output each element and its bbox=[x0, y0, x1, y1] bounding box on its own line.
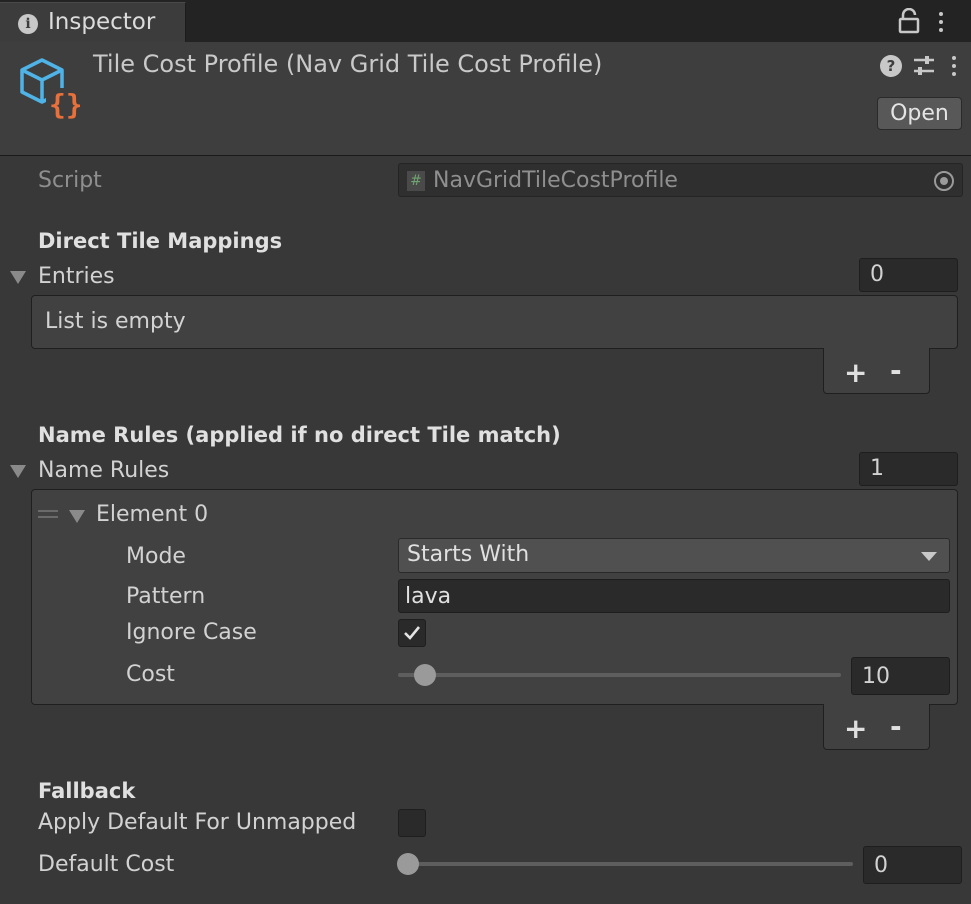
ignore-case-label: Ignore Case bbox=[126, 620, 257, 645]
empty-list-text: List is empty bbox=[45, 309, 186, 334]
fallback-heading: Fallback bbox=[38, 779, 136, 803]
chevron-down-icon bbox=[921, 552, 937, 561]
cost-input[interactable]: 10 bbox=[851, 657, 950, 695]
object-picker-icon[interactable] bbox=[934, 171, 954, 191]
default-cost-label: Default Cost bbox=[38, 852, 175, 877]
tab-label: Inspector bbox=[48, 9, 156, 35]
name-rules-size-field[interactable]: 1 bbox=[859, 452, 958, 486]
drag-handle-icon[interactable] bbox=[38, 510, 58, 518]
add-entry-button[interactable]: + bbox=[844, 356, 867, 389]
remove-rule-button[interactable]: - bbox=[890, 710, 902, 743]
apply-default-label: Apply Default For Unmapped bbox=[38, 810, 357, 835]
name-rules-add-remove: + - bbox=[823, 704, 930, 750]
entries-size-field[interactable]: 0 bbox=[859, 258, 958, 292]
name-rules-foldout-icon[interactable] bbox=[10, 465, 26, 478]
cs-script-icon: # bbox=[407, 171, 425, 191]
ignore-case-checkbox[interactable] bbox=[398, 619, 426, 647]
name-rules-heading: Name Rules (applied if no direct Tile ma… bbox=[38, 423, 561, 447]
entries-list: List is empty bbox=[31, 295, 958, 349]
scriptable-object-icon: {} bbox=[14, 54, 83, 121]
lock-icon[interactable] bbox=[898, 7, 920, 34]
tab-inspector[interactable]: i Inspector bbox=[0, 2, 186, 42]
add-rule-button[interactable]: + bbox=[844, 712, 867, 745]
check-icon bbox=[404, 626, 421, 640]
default-cost-input[interactable]: 0 bbox=[863, 846, 962, 884]
apply-default-checkbox[interactable] bbox=[398, 809, 426, 837]
script-field: # NavGridTileCostProfile bbox=[398, 163, 963, 197]
mode-dropdown[interactable]: Starts With bbox=[398, 538, 950, 573]
default-cost-slider-thumb[interactable] bbox=[397, 853, 419, 875]
name-rules-label[interactable]: Name Rules bbox=[38, 458, 169, 483]
info-icon: i bbox=[18, 14, 38, 34]
open-button[interactable]: Open bbox=[877, 97, 962, 130]
header-menu-icon[interactable] bbox=[951, 54, 957, 78]
cost-slider-thumb[interactable] bbox=[414, 664, 436, 686]
tab-bar: i Inspector bbox=[0, 0, 971, 42]
help-icon[interactable]: ? bbox=[880, 55, 902, 77]
element-label[interactable]: Element 0 bbox=[96, 502, 208, 527]
inspector-header: {} Tile Cost Profile (Nav Grid Tile Cost… bbox=[0, 42, 971, 156]
page-title: Tile Cost Profile (Nav Grid Tile Cost Pr… bbox=[93, 50, 603, 78]
mode-value: Starts With bbox=[407, 542, 530, 567]
element-foldout-icon[interactable] bbox=[69, 510, 85, 523]
script-label: Script bbox=[38, 168, 102, 193]
mode-label: Mode bbox=[126, 544, 186, 569]
entries-foldout-icon[interactable] bbox=[10, 271, 26, 284]
entries-add-remove: + - bbox=[823, 348, 930, 394]
pattern-label: Pattern bbox=[126, 584, 206, 609]
script-value: NavGridTileCostProfile bbox=[433, 168, 678, 193]
pattern-input[interactable]: lava bbox=[398, 579, 950, 613]
remove-entry-button[interactable]: - bbox=[890, 354, 902, 387]
cost-label: Cost bbox=[126, 662, 175, 687]
presets-icon[interactable] bbox=[912, 55, 936, 77]
entries-label[interactable]: Entries bbox=[38, 264, 115, 289]
cost-slider-track[interactable] bbox=[398, 673, 841, 677]
default-cost-slider-track[interactable] bbox=[398, 862, 853, 866]
direct-mappings-heading: Direct Tile Mappings bbox=[38, 229, 283, 253]
tab-menu-icon[interactable] bbox=[938, 10, 944, 34]
svg-text:{}: {} bbox=[49, 88, 80, 120]
